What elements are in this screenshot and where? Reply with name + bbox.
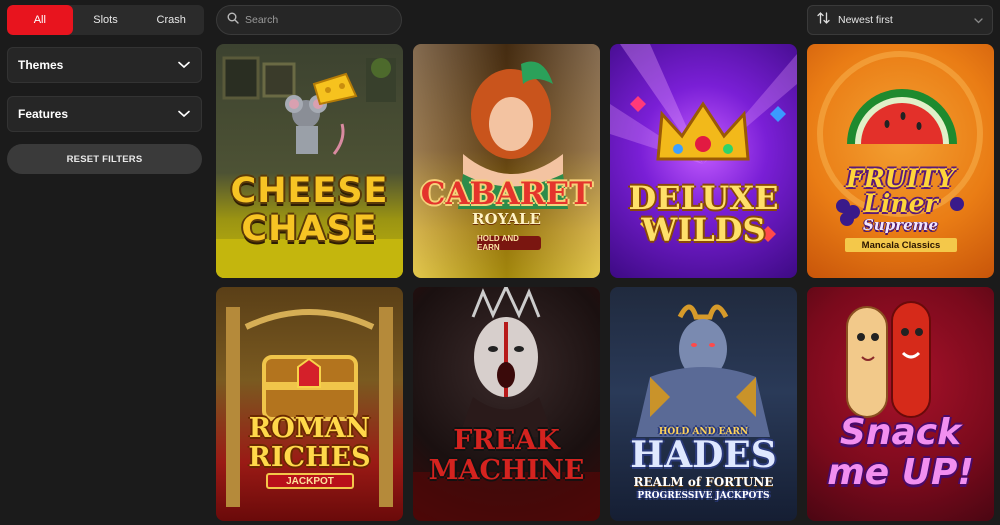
- game-title-line1: FRUITY: [846, 164, 955, 193]
- features-label: Features: [18, 107, 69, 121]
- game-title: HADES: [630, 434, 777, 476]
- sort-selected-label: Newest first: [838, 14, 893, 26]
- jackpot-badge: JACKPOT: [266, 473, 354, 489]
- game-card-cheese-chase[interactable]: CHEESE CHASE: [216, 44, 403, 278]
- tab-slots[interactable]: Slots: [73, 5, 139, 35]
- chevron-down-icon: [177, 58, 191, 72]
- progressive-jackpots-label: PROGRESSIVE JACKPOTS: [637, 491, 770, 501]
- game-card-hades[interactable]: HOLD AND EARN HADES REALM of FORTUNE PRO…: [610, 287, 797, 521]
- game-title-line2: MACHINE: [428, 455, 585, 486]
- hold-and-earn-badge: HOLD AND EARN: [477, 234, 541, 252]
- search-input[interactable]: [245, 14, 395, 26]
- provider-tag: Mancala Classics: [845, 238, 957, 252]
- game-title-line1: Snack: [839, 412, 962, 453]
- game-title-line1: ROMAN: [248, 413, 371, 444]
- game-card-freak-machine[interactable]: FREAK MACHINE: [413, 287, 600, 521]
- sort-dropdown[interactable]: Newest first: [807, 5, 993, 35]
- tab-crash[interactable]: Crash: [138, 5, 204, 35]
- game-lobby: All Slots Crash Themes Features RESET FI…: [0, 0, 1000, 525]
- game-card-roman-riches[interactable]: ROMAN RICHES JACKPOT: [216, 287, 403, 521]
- search-icon: [227, 11, 239, 29]
- game-subtitle: REALM of FORTUNE: [633, 475, 774, 489]
- game-subtitle: Supreme: [862, 216, 939, 234]
- game-subtitle: ROYALE: [472, 210, 541, 228]
- game-title-line1: DELUXE: [628, 179, 779, 217]
- game-card-cabaret-royale[interactable]: CABARET ROYALE HOLD AND EARN: [413, 44, 600, 278]
- game-card-deluxe-wilds[interactable]: DELUXE WILDS: [610, 44, 797, 278]
- sort-arrows-icon: [817, 11, 830, 29]
- game-title-line1: FREAK: [453, 425, 560, 456]
- game-title-line2: WILDS: [641, 211, 766, 249]
- game-title-line2: RICHES: [248, 442, 371, 473]
- chevron-down-icon: [974, 11, 983, 29]
- tab-all[interactable]: All: [7, 5, 73, 35]
- game-title: CABARET: [420, 176, 593, 212]
- themes-dropdown[interactable]: Themes: [7, 47, 202, 83]
- reset-filters-button[interactable]: RESET FILTERS: [7, 144, 202, 174]
- chevron-down-icon: [177, 107, 191, 121]
- game-title-line1: CHEESE: [230, 171, 389, 211]
- search-box[interactable]: [216, 5, 402, 35]
- features-dropdown[interactable]: Features: [7, 96, 202, 132]
- game-title-line2: CHASE: [241, 209, 378, 249]
- game-card-snack-me-up[interactable]: Snack me UP!: [807, 287, 994, 521]
- game-title-line2: me UP!: [827, 452, 974, 493]
- themes-label: Themes: [18, 58, 64, 72]
- game-card-fruity-liner-supreme[interactable]: FRUITY Liner Supreme Mancala Classics: [807, 44, 994, 278]
- game-title-line2: Liner: [863, 189, 938, 218]
- category-tabs: All Slots Crash: [7, 5, 204, 35]
